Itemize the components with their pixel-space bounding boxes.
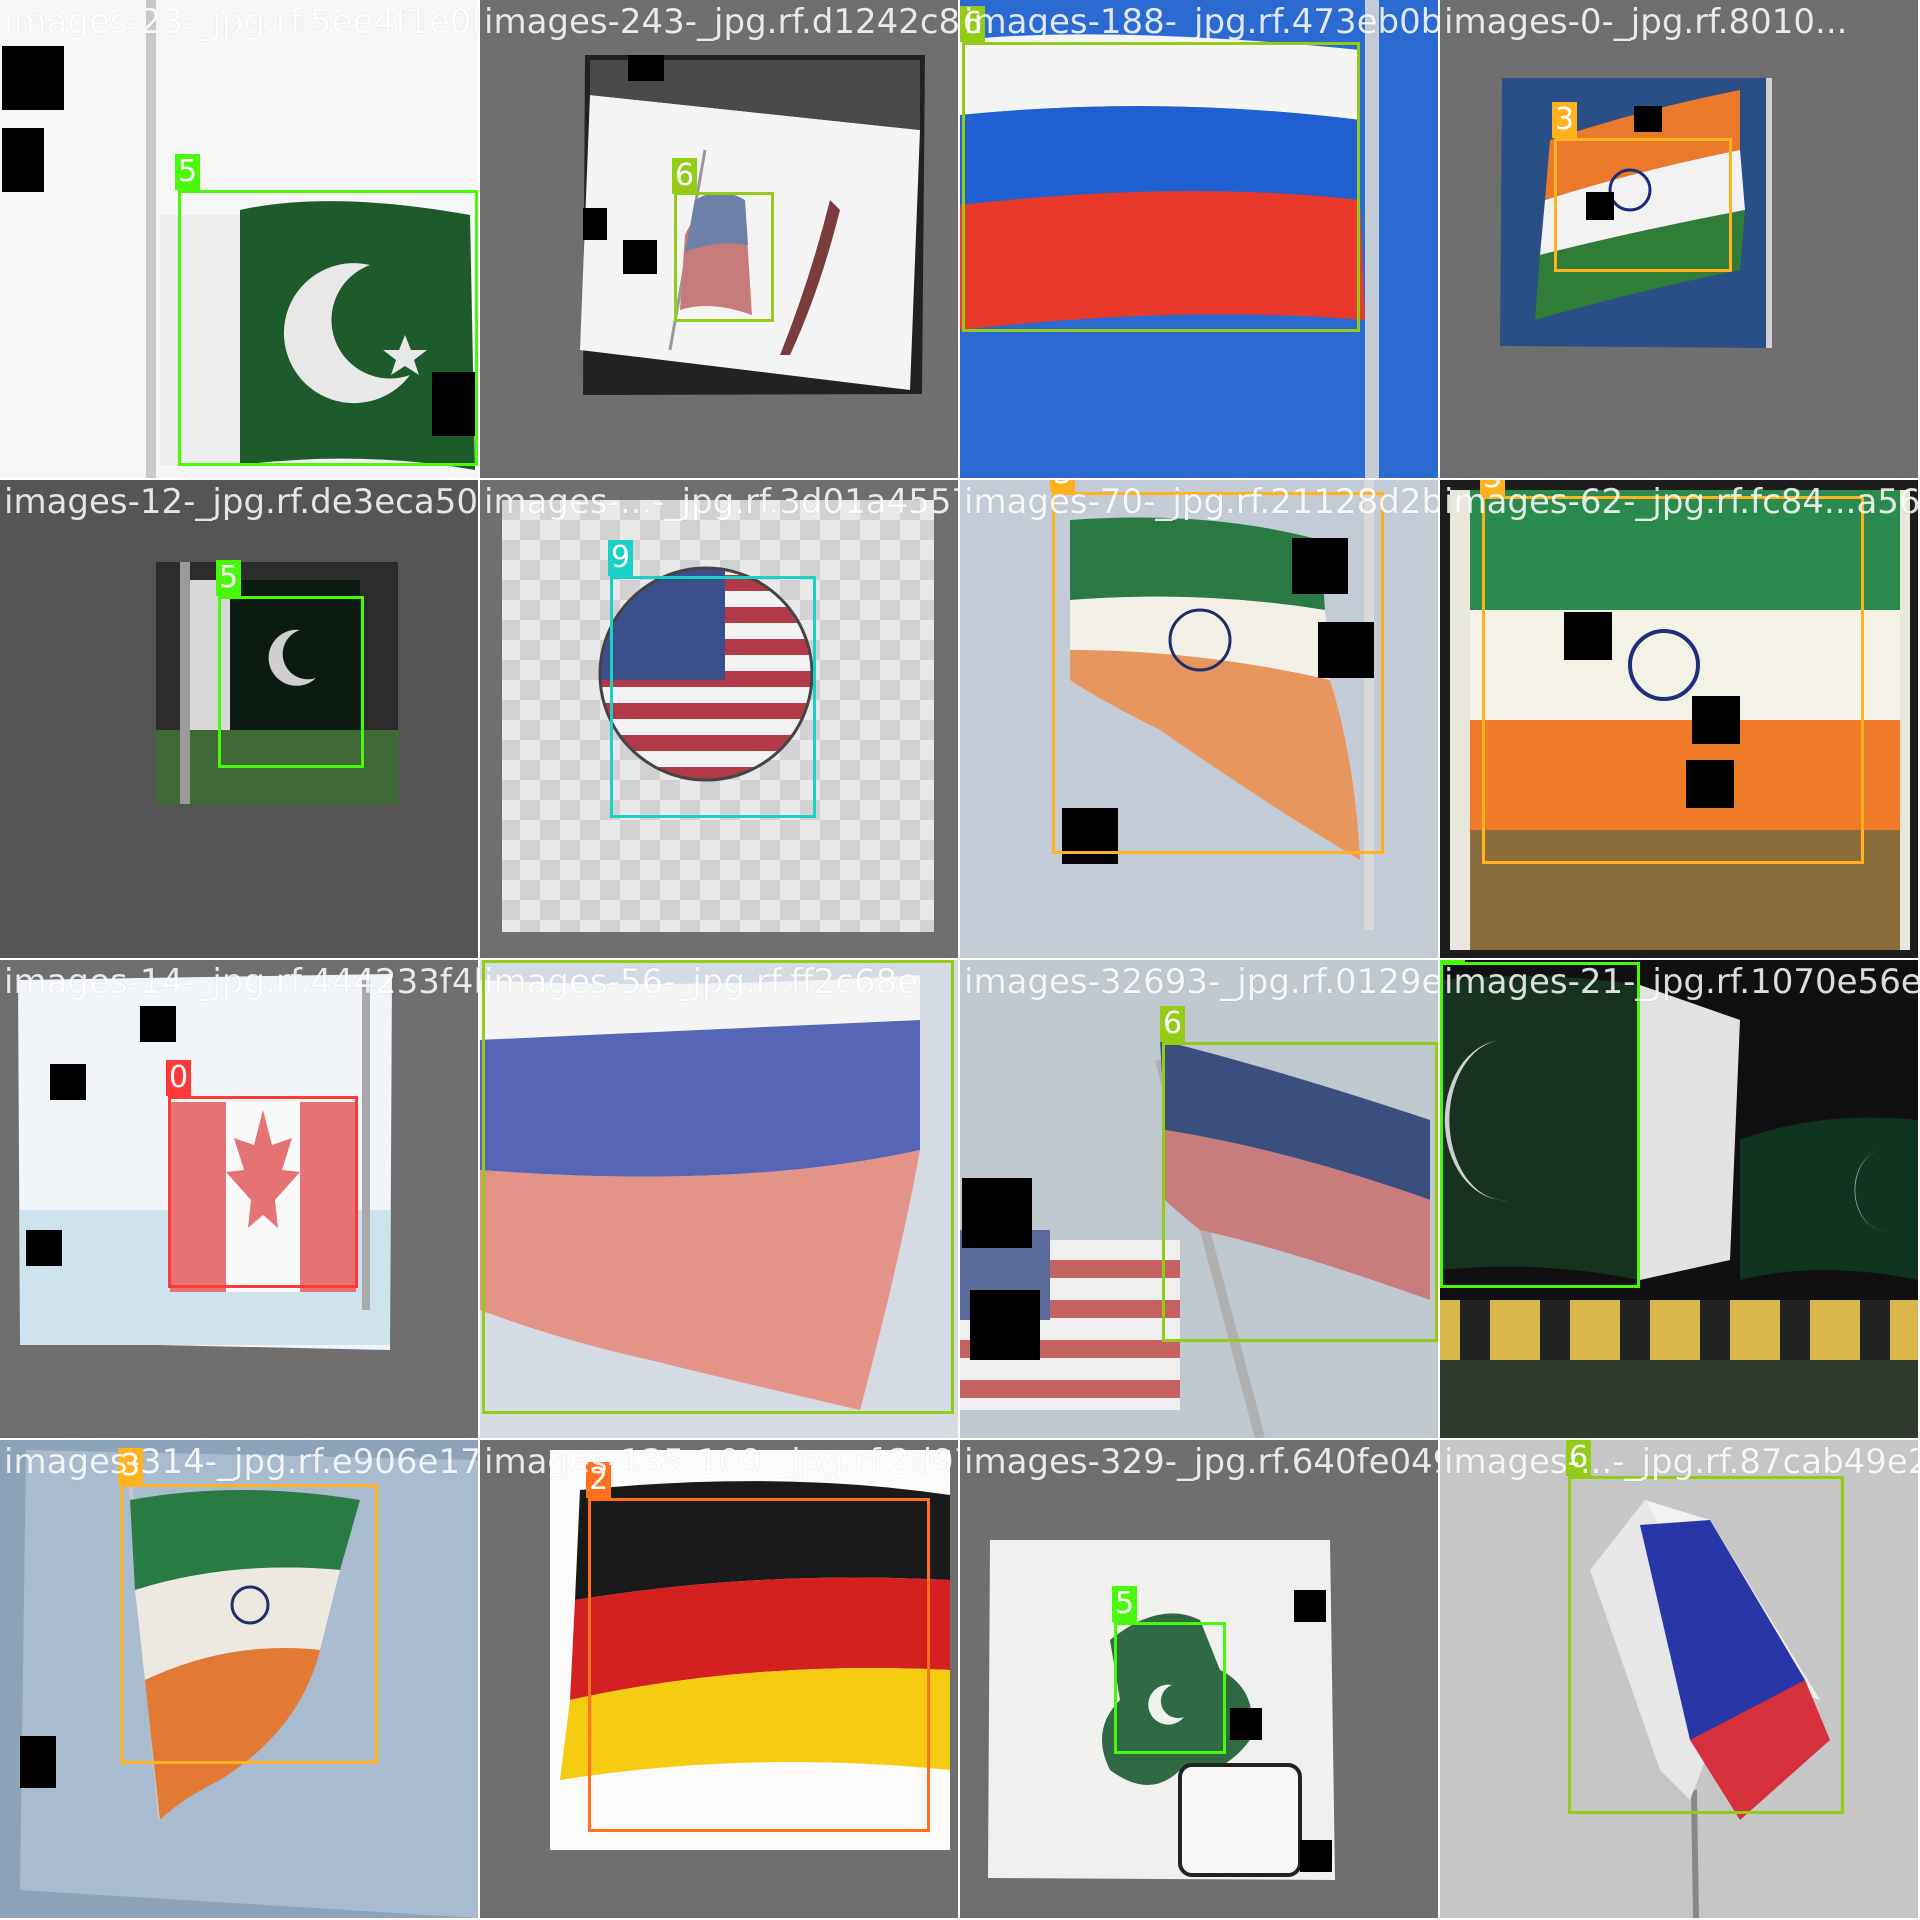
bbox	[588, 1498, 930, 1832]
bbox	[962, 42, 1360, 332]
tile-filename: images-329-_jpg.rf.640fe049a	[964, 1442, 1438, 1482]
tile-filename: images-62-_jpg.rf.fc84...a56	[1444, 482, 1918, 522]
mosaic-grid: 5 images-23-_jpg.rf.5ee4f1e0b7750d84243a…	[0, 0, 1920, 1920]
bbox	[120, 1484, 378, 1764]
tile: 5 images-329-_jpg.rf.640fe049a	[960, 1440, 1438, 1918]
tile-filename: images-...-_jpg.rf.87cab49e2	[1444, 1442, 1918, 1482]
occlusion-mask	[623, 240, 657, 274]
tile-filename: images-243-_jpg.rf.d1242c806234180188ada…	[484, 2, 958, 42]
bbox	[1114, 1622, 1226, 1754]
tile-filename: images-70-_jpg.rf.21128d2b3c	[964, 482, 1438, 522]
bbox	[610, 576, 816, 818]
occlusion-mask	[20, 1736, 56, 1788]
occlusion-mask	[962, 1178, 1032, 1248]
bbox-label: 6	[672, 158, 698, 194]
tile: 6 images-188-_jpg.rf.473eb0b880105b0b622…	[960, 0, 1438, 478]
tile: 0 images-14-_jpg.rf.444233f4b	[0, 960, 478, 1438]
bbox-label: 5	[1112, 1586, 1138, 1622]
tile: 3 images-62-_jpg.rf.fc84...a56	[1440, 480, 1918, 958]
bbox	[1482, 496, 1864, 864]
occlusion-mask	[26, 1230, 62, 1266]
tile-filename: images-32693-_jpg.rf.0129e7a87db7b	[964, 962, 1438, 1002]
bbox-label: 5	[175, 154, 201, 190]
tile: 3 images-0-_jpg.rf.8010...	[1440, 0, 1918, 478]
tile-filename: images-14-_jpg.rf.444233f4b	[4, 962, 478, 1002]
bbox-label: 0	[166, 1060, 192, 1096]
bbox	[1568, 1476, 1844, 1814]
occlusion-mask	[628, 55, 664, 81]
tile-filename: images-135-109-_jpg.rf.2d97a603	[484, 1442, 958, 1482]
tile-filename: images-12-_jpg.rf.de3eca50a	[4, 482, 478, 522]
occlusion-mask	[1300, 1840, 1332, 1872]
bbox-label: 3	[1552, 102, 1578, 138]
occlusion-mask	[50, 1064, 86, 1100]
tile-filename: images-21-_jpg.rf.1070e56e81a08	[1444, 962, 1918, 1002]
bbox	[1162, 1042, 1438, 1342]
tile-filename: images-188-_jpg.rf.473eb0b880105b0b62220…	[964, 2, 1438, 42]
bbox-label: 9	[608, 540, 634, 576]
tile: 6 images-32693-_jpg.rf.0129e7a87db7b	[960, 960, 1438, 1438]
occlusion-mask	[2, 128, 44, 192]
tile-filename: images-56-_jpg.rf.ff2c68e	[484, 962, 919, 1002]
tile: 2 images-135-109-_jpg.rf.2d97a603	[480, 1440, 958, 1918]
tile: 5 images-12-_jpg.rf.de3eca50a	[0, 480, 478, 958]
bbox	[1554, 138, 1732, 272]
tile: 6 images-...-_jpg.rf.87cab49e2	[1440, 1440, 1918, 1918]
tile-filename: images-23-_jpg.rf.5ee4f1e0b7750d84243afb…	[4, 2, 478, 42]
bbox	[218, 596, 364, 768]
occlusion-mask	[140, 1006, 176, 1042]
bbox	[1052, 492, 1384, 854]
occlusion-mask	[1230, 1708, 1262, 1740]
bbox-label: 6	[1160, 1006, 1186, 1042]
tile: 6 images-243-_jpg.rf.d1242c806234180188a…	[480, 0, 958, 478]
occlusion-mask	[583, 208, 607, 240]
bbox	[178, 190, 478, 466]
bbox	[1440, 962, 1640, 1288]
occlusion-mask	[2, 46, 64, 110]
tile: 3 images-70-_jpg.rf.21128d2b3c	[960, 480, 1438, 958]
tile: 5 images-21-_jpg.rf.1070e56e81a08	[1440, 960, 1918, 1438]
bbox	[674, 192, 774, 322]
occlusion-mask	[1634, 106, 1662, 132]
tile-filename: images-...-_jpg.rf.3d01a4557052	[484, 482, 958, 522]
tile: 6 images-56-_jpg.rf.ff2c68e	[480, 960, 958, 1438]
tile: 3 images-314-_jpg.rf.e906e170	[0, 1440, 478, 1918]
occlusion-mask	[1294, 1590, 1326, 1622]
tile: 9 images-...-_jpg.rf.3d01a4557052	[480, 480, 958, 958]
tile-filename: images-0-_jpg.rf.8010...	[1444, 2, 1848, 42]
tile-filename: images-314-_jpg.rf.e906e170	[4, 1442, 478, 1482]
bbox	[482, 960, 954, 1414]
bbox	[168, 1096, 358, 1288]
tile: 5 images-23-_jpg.rf.5ee4f1e0b7750d84243a…	[0, 0, 478, 478]
occlusion-mask	[970, 1290, 1040, 1360]
bbox-label: 5	[216, 560, 242, 596]
